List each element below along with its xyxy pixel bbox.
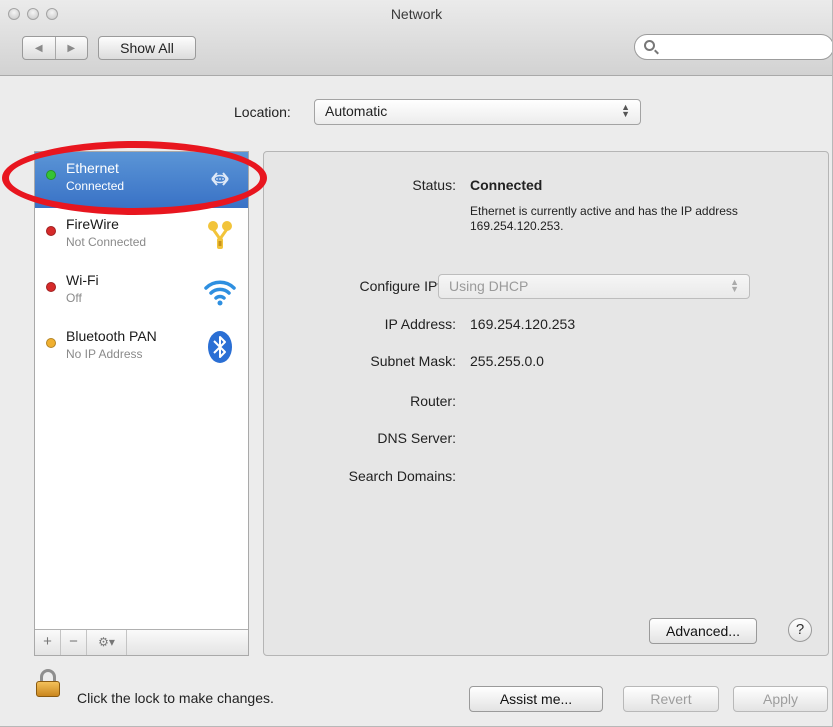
forward-arrow-icon: ▶ xyxy=(67,42,76,54)
back-button[interactable]: ◀ xyxy=(23,37,55,59)
magnifier-icon xyxy=(644,40,655,51)
status-dot-yellow xyxy=(46,338,56,348)
advanced-button[interactable]: Advanced... xyxy=(649,618,757,644)
service-name: Wi-Fi xyxy=(66,272,99,288)
status-value: Connected xyxy=(470,177,543,193)
ip-address-value: 169.254.120.253 xyxy=(470,316,576,332)
lock-message: Click the lock to make changes. xyxy=(77,690,274,706)
bluetooth-icon xyxy=(208,331,232,363)
service-item-ethernet[interactable]: Ethernet Connected xyxy=(35,152,248,208)
service-item-bluetooth-pan[interactable]: Bluetooth PAN No IP Address xyxy=(35,320,248,376)
status-label: Status: xyxy=(412,177,456,193)
help-button[interactable]: ? xyxy=(788,618,812,642)
back-arrow-icon: ◀ xyxy=(34,42,43,54)
location-label: Location: xyxy=(234,104,291,120)
firewire-icon xyxy=(208,221,232,249)
forward-button[interactable]: ▶ xyxy=(54,37,88,59)
service-name: Bluetooth PAN xyxy=(66,328,157,344)
router-label: Router: xyxy=(410,393,456,409)
remove-service-button[interactable]: − xyxy=(61,630,87,655)
show-all-button[interactable]: Show All xyxy=(98,36,196,60)
configure-ipv4-select[interactable]: Using DHCP ▲ ▼ xyxy=(438,274,750,299)
location-select[interactable]: Automatic ▲ ▼ xyxy=(314,99,641,125)
back-forward-control: ◀ ▶ xyxy=(22,36,88,60)
service-name: FireWire xyxy=(66,216,119,232)
status-description: Ethernet is currently active and has the… xyxy=(470,204,738,233)
service-list-toolbar: + − ⚙▾ xyxy=(35,629,248,655)
apply-button[interactable]: Apply xyxy=(733,686,828,712)
status-dot-red xyxy=(46,226,56,236)
wifi-icon xyxy=(204,280,236,306)
select-arrows-icon: ▲ ▼ xyxy=(730,277,739,294)
network-preferences-window: Network ◀ ▶ Show All Location: Automatic… xyxy=(0,0,833,727)
service-status: Connected xyxy=(66,179,125,193)
lock-icon[interactable] xyxy=(36,669,60,697)
search-field[interactable] xyxy=(634,34,832,60)
subnet-mask-label: Subnet Mask: xyxy=(370,353,456,369)
service-item-firewire[interactable]: FireWire Not Connected xyxy=(35,208,248,264)
configure-ipv4-value: Using DHCP xyxy=(449,278,529,294)
service-list: Ethernet Connected FireWire Not Connecte… xyxy=(34,151,249,656)
status-dot-green xyxy=(46,170,56,180)
gear-menu-button[interactable]: ⚙▾ xyxy=(87,630,127,655)
select-arrows-icon: ▲ ▼ xyxy=(621,102,630,119)
service-item-wifi[interactable]: Wi-Fi Off xyxy=(35,264,248,320)
lock-body xyxy=(36,681,60,697)
service-name: Ethernet xyxy=(66,160,119,176)
location-value: Automatic xyxy=(325,103,388,119)
status-dot-red xyxy=(46,282,56,292)
assist-me-button[interactable]: Assist me... xyxy=(469,686,603,712)
ethernet-icon xyxy=(211,172,229,186)
add-service-button[interactable]: + xyxy=(35,630,61,655)
service-status: Off xyxy=(66,291,82,305)
search-domains-label: Search Domains: xyxy=(348,468,456,484)
subnet-mask-value: 255.255.0.0 xyxy=(470,353,544,369)
service-status: Not Connected xyxy=(66,235,147,249)
revert-button[interactable]: Revert xyxy=(623,686,719,712)
window-title: Network xyxy=(390,6,443,22)
ip-address-label: IP Address: xyxy=(384,316,456,332)
title-bar: Network ◀ ▶ Show All xyxy=(0,0,832,76)
service-status: No IP Address xyxy=(66,347,143,361)
dns-server-label: DNS Server: xyxy=(377,430,456,446)
service-detail-panel: Status: Connected Ethernet is currently … xyxy=(263,151,829,656)
